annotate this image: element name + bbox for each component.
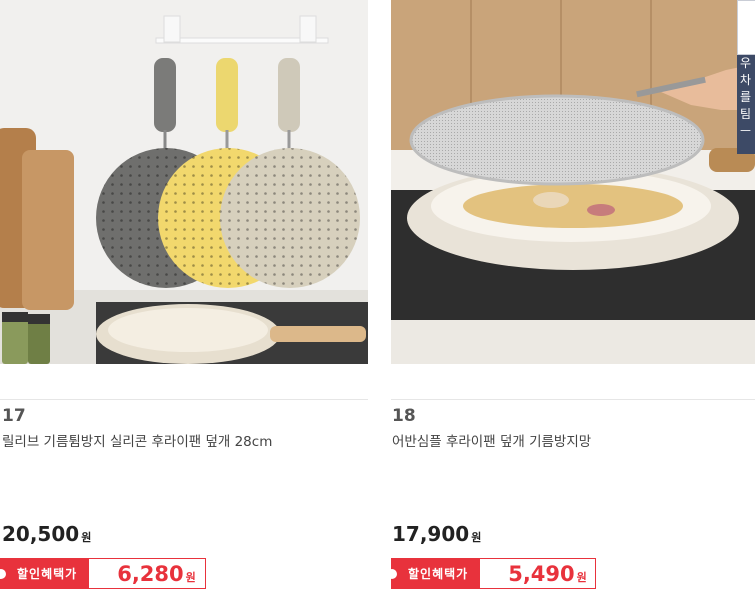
price-value: 17,900 [392,522,470,546]
card-divider [391,399,755,400]
side-banner-top [737,0,755,55]
discount-price-box: 할인혜택가 5,490 원 [386,558,596,589]
product-name[interactable]: 릴리브 기름튐방지 실리콘 후라이팬 덮개 28cm [2,430,272,450]
discount-label: 할인혜택가 [0,559,90,588]
discount-price-value: 6,280 [117,561,184,586]
discount-price-unit: 원 [185,570,196,584]
discount-price: 6,280 원 [89,562,202,586]
discount-price-box: 할인혜택가 6,280 원 [0,558,206,589]
product-image-mesh-splatter-screen[interactable] [391,0,755,364]
side-banner-char: 를 [740,90,752,104]
price-value: 20,500 [2,522,80,546]
discount-price-value: 5,490 [508,561,575,586]
product-name[interactable]: 어반심플 후라이팬 덮개 기름방지망 [392,430,591,450]
side-banner-char: 우 [740,56,752,70]
discount-label: 할인혜택가 [386,559,481,588]
side-banner-char: 차 [740,73,752,87]
discount-price-unit: 원 [576,570,587,584]
product-card-18[interactable]: 18 어반심플 후라이팬 덮개 기름방지망 17,900 원 할인혜택가 5,49… [386,0,755,589]
product-rank: 18 [392,406,416,426]
product-image-silicone-splatter-guard[interactable] [0,0,368,364]
product-card-17[interactable]: 17 릴리브 기름튐방지 실리콘 후라이팬 덮개 28cm 20,500 원 할인… [0,0,368,589]
price-unit: 원 [81,531,92,544]
side-banner-bottom: ㅡ [740,124,752,138]
side-banner[interactable]: 우 차 를 팀 ㅡ [737,0,755,154]
product-price: 20,500 원 [2,522,91,546]
discount-price: 5,490 원 [480,562,593,586]
product-rank: 17 [2,406,26,426]
card-divider [0,399,368,400]
product-price: 17,900 원 [392,522,481,546]
side-banner-char: 팀 [740,107,752,121]
price-unit: 원 [471,531,482,544]
